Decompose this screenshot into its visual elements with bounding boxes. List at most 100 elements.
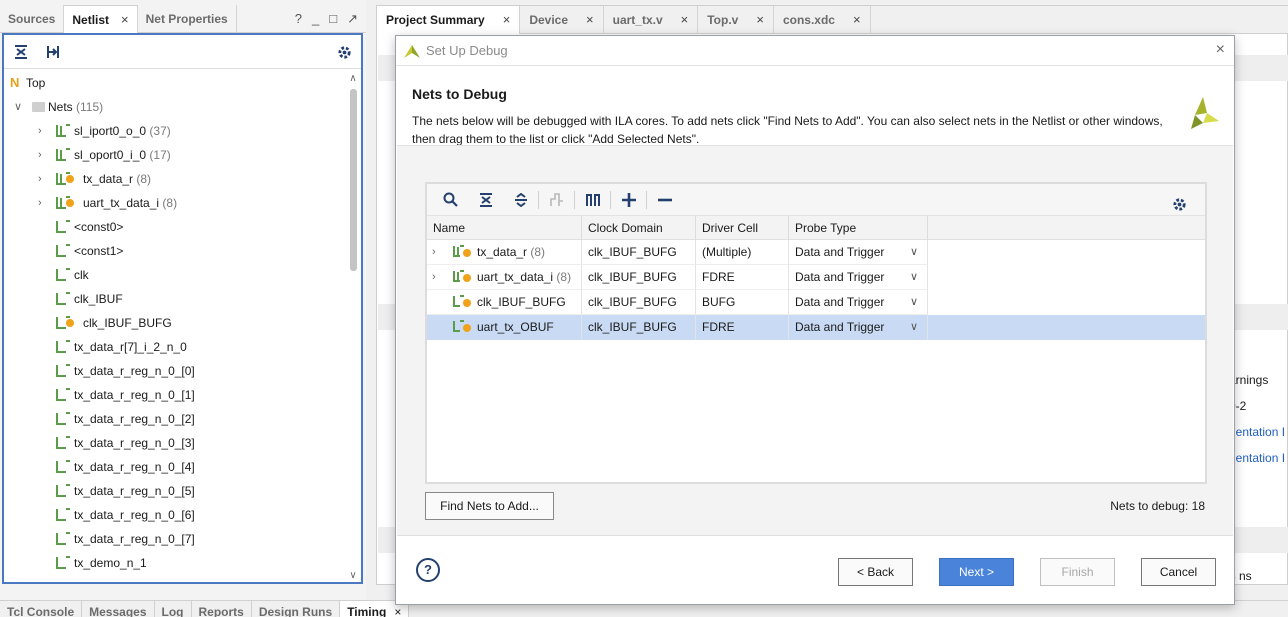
close-icon[interactable]: × xyxy=(121,12,129,27)
tree-root-top[interactable]: N Top xyxy=(4,71,346,95)
netlist-scrollbar[interactable]: ∧ ∨ xyxy=(347,73,359,581)
minimize-icon[interactable]: _ xyxy=(312,11,319,26)
left-tab-bar: Sources Netlist × Net Properties ? _ □ ↗ xyxy=(0,5,366,33)
tab-messages[interactable]: Messages xyxy=(82,601,155,617)
tree-item[interactable]: tx_data_r_reg_n_0_[6] xyxy=(4,503,346,527)
chevron-down-icon[interactable]: ∨ xyxy=(910,315,918,340)
find-nets-to-add-button[interactable]: Find Nets to Add... xyxy=(425,492,554,520)
back-button[interactable]: < Back xyxy=(838,558,913,586)
tab-cons-xdc[interactable]: cons.xdc × xyxy=(774,6,871,34)
chevron-right-icon[interactable]: › xyxy=(432,240,436,265)
chevron-right-icon[interactable]: › xyxy=(38,119,50,143)
gear-icon[interactable] xyxy=(335,43,353,61)
table-row[interactable]: › tx_data_r (8) clk_IBUF_BUFG (Multiple) Dat… xyxy=(427,240,1205,265)
tree-item[interactable]: clk_IBUF xyxy=(4,287,346,311)
debug-marker-icon xyxy=(66,175,74,183)
tab-device[interactable]: Device × xyxy=(520,6,604,34)
close-icon[interactable]: × xyxy=(681,12,689,27)
tree-item[interactable]: › tx_data_r (8) xyxy=(4,167,346,191)
table-row[interactable]: clk_IBUF_BUFG clk_IBUF_BUFG BUFG Data and … xyxy=(427,290,1205,315)
column-header-name[interactable]: Name xyxy=(427,216,582,240)
probe-type-select[interactable]: Data and Trigger ∨ xyxy=(789,240,928,265)
tree-item[interactable]: tx_data_r_reg_n_0_[7] xyxy=(4,527,346,551)
next-button[interactable]: Next > xyxy=(939,558,1014,586)
cancel-button[interactable]: Cancel xyxy=(1141,558,1216,586)
tree-item[interactable]: tx_data_r_reg_n_0_[5] xyxy=(4,479,346,503)
collapse-all-icon[interactable] xyxy=(12,43,30,61)
table-row[interactable]: › uart_tx_data_i (8) clk_IBUF_BUFG FDRE Data… xyxy=(427,265,1205,290)
probe-type-select[interactable]: Data and Trigger ∨ xyxy=(789,315,928,340)
scroll-up-icon[interactable]: ∧ xyxy=(347,73,359,84)
chevron-right-icon[interactable]: › xyxy=(38,143,50,167)
tree-item[interactable]: tx_data_r_reg_n_0_[4] xyxy=(4,455,346,479)
vivado-logo-icon xyxy=(1185,95,1221,133)
schematic-icon xyxy=(539,186,574,214)
tab-tcl-console[interactable]: Tcl Console xyxy=(0,601,83,617)
close-icon[interactable]: × xyxy=(756,12,764,27)
remove-icon[interactable] xyxy=(647,186,682,214)
chevron-right-icon[interactable]: › xyxy=(38,191,50,215)
tree-item[interactable]: <const0> xyxy=(4,215,346,239)
chevron-down-icon[interactable]: ∨ xyxy=(910,265,918,290)
maximize-icon[interactable]: □ xyxy=(329,11,337,26)
chevron-down-icon[interactable]: ∨ xyxy=(910,240,918,265)
tab-uart-tx-v[interactable]: uart_tx.v × xyxy=(604,6,699,34)
tree-item[interactable]: tx_data_r_reg_n_0_[0] xyxy=(4,359,346,383)
gear-icon[interactable] xyxy=(1162,190,1197,218)
float-icon[interactable]: ↗ xyxy=(347,11,358,27)
table-row[interactable]: uart_tx_OBUF clk_IBUF_BUFG FDRE Data and T… xyxy=(427,315,1205,340)
close-icon[interactable]: × xyxy=(503,12,511,27)
tab-netlist[interactable]: Netlist × xyxy=(64,5,138,33)
column-header-driver-cell[interactable]: Driver Cell xyxy=(696,216,789,240)
summary-link[interactable]: nentation I xyxy=(1229,451,1285,465)
tree-item[interactable]: <const1> xyxy=(4,239,346,263)
tab-design-runs[interactable]: Design Runs xyxy=(252,601,341,617)
close-icon[interactable]: × xyxy=(586,12,594,27)
close-icon[interactable]: × xyxy=(1216,41,1225,59)
bus-icon[interactable] xyxy=(575,186,610,214)
tab-project-summary[interactable]: Project Summary × xyxy=(377,6,521,34)
bus-net-icon xyxy=(56,196,70,209)
tree-item[interactable]: tx_data_r_reg_n_0_[2] xyxy=(4,407,346,431)
tree-item-label: tx_data_r_reg_n_0_[6] xyxy=(74,508,195,522)
tab-reports[interactable]: Reports xyxy=(192,601,252,617)
tab-top-v[interactable]: Top.v × xyxy=(698,6,774,34)
probe-type-select[interactable]: Data and Trigger ∨ xyxy=(789,265,928,290)
tab-net-properties[interactable]: Net Properties xyxy=(138,5,237,33)
tree-item[interactable]: clk_IBUF_BUFG xyxy=(4,311,346,335)
column-header-clock-domain[interactable]: Clock Domain xyxy=(582,216,696,240)
tree-nets-folder[interactable]: ∨ Nets (115) xyxy=(4,95,346,119)
tree-item[interactable]: › uart_tx_data_i (8) xyxy=(4,191,346,215)
column-header-probe-type[interactable]: Probe Type xyxy=(789,216,928,240)
tree-item[interactable]: › sl_iport0_o_0 (37) xyxy=(4,119,346,143)
bus-net-icon xyxy=(56,124,70,137)
cell-name: uart_tx_OBUF xyxy=(427,315,582,340)
scroll-down-icon[interactable]: ∨ xyxy=(347,570,359,581)
chevron-right-icon[interactable]: › xyxy=(432,265,436,290)
debug-marker-icon xyxy=(66,319,74,327)
tree-item[interactable]: tx_demo_n_1 xyxy=(4,551,346,575)
tree-item[interactable]: › sl_oport0_i_0 (17) xyxy=(4,143,346,167)
search-icon[interactable] xyxy=(433,186,468,214)
chevron-down-icon[interactable]: ∨ xyxy=(910,290,918,315)
tree-item[interactable]: tx_data_r_reg_n_0_[3] xyxy=(4,431,346,455)
collapse-all-icon[interactable] xyxy=(468,186,503,214)
expand-all-icon[interactable] xyxy=(44,43,62,61)
probe-type-select[interactable]: Data and Trigger ∨ xyxy=(789,290,928,315)
tab-log[interactable]: Log xyxy=(155,601,192,617)
help-button[interactable]: ? xyxy=(416,558,440,582)
scrollbar-thumb[interactable] xyxy=(350,89,357,271)
expand-all-icon[interactable] xyxy=(503,186,538,214)
add-icon[interactable] xyxy=(611,186,646,214)
help-icon[interactable]: ? xyxy=(295,11,302,26)
chevron-right-icon[interactable]: › xyxy=(38,167,50,191)
net-icon xyxy=(56,244,70,257)
close-icon[interactable]: × xyxy=(853,12,861,27)
tree-item[interactable]: tx_data_r_reg_n_0_[1] xyxy=(4,383,346,407)
tab-sources[interactable]: Sources xyxy=(0,5,65,33)
tree-item[interactable]: clk xyxy=(4,263,346,287)
summary-link[interactable]: nentation I xyxy=(1229,425,1285,439)
tree-item[interactable]: tx_data_r[7]_i_2_n_0 xyxy=(4,335,346,359)
chevron-down-icon[interactable]: ∨ xyxy=(14,95,26,119)
close-icon[interactable]: × xyxy=(394,605,401,617)
